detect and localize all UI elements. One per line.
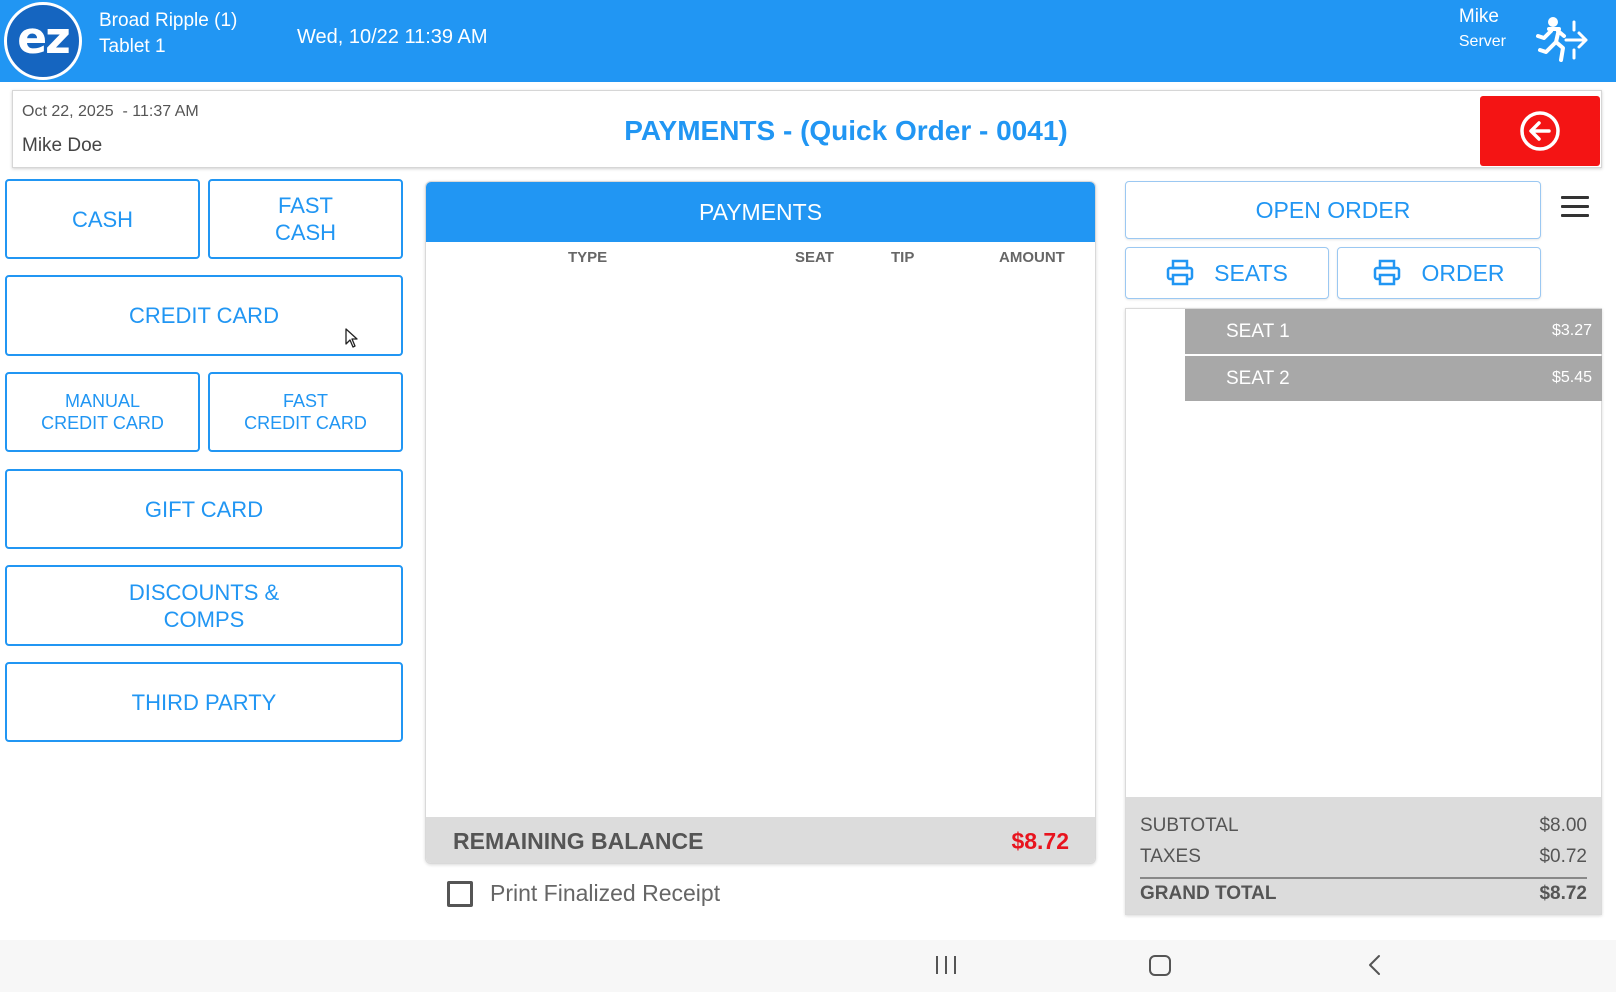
taxes-value: $0.72	[1539, 846, 1587, 867]
location-info: Broad Ripple (1) Tablet 1	[99, 8, 237, 60]
logo-text: ez	[17, 12, 70, 64]
seat-row[interactable]: SEAT 2 $5.45	[1185, 356, 1602, 401]
discounts-comps-button[interactable]: DISCOUNTS & COMPS	[5, 565, 403, 646]
home-icon[interactable]	[1148, 952, 1172, 978]
print-seats-label: SEATS	[1214, 259, 1288, 286]
column-type: TYPE	[568, 249, 608, 266]
manual-credit-card-label: MANUAL CREDIT CARD	[41, 391, 164, 433]
order-header: Oct 22, 2025 - 11:37 AM Mike Doe PAYMENT…	[12, 90, 1602, 168]
print-order-label: ORDER	[1421, 259, 1505, 286]
open-order-label: OPEN ORDER	[1255, 196, 1411, 223]
device-name: Tablet 1	[99, 36, 166, 57]
third-party-label: THIRD PARTY	[131, 689, 277, 715]
print-seats-button[interactable]: SEATS	[1125, 247, 1329, 299]
gift-card-label: GIFT CARD	[144, 496, 264, 522]
mouse-cursor-icon	[345, 328, 358, 348]
taxes-row: TAXES $0.72	[1140, 846, 1587, 877]
recent-apps-icon[interactable]	[934, 952, 958, 978]
payments-title: PAYMENTS	[426, 182, 1095, 242]
location-name: Broad Ripple (1)	[99, 10, 238, 31]
seat-name: SEAT 2	[1226, 368, 1290, 389]
payments-panel: PAYMENTS TYPE SEAT TIP AMOUNT REMAINING …	[425, 181, 1096, 864]
seat-amount: $5.45	[1551, 369, 1592, 386]
subtotal-label: SUBTOTAL	[1140, 815, 1239, 836]
subtotal-value: $8.00	[1539, 815, 1587, 836]
open-order-button[interactable]: OPEN ORDER	[1125, 181, 1541, 239]
fast-credit-card-button[interactable]: FAST CREDIT CARD	[208, 372, 403, 452]
exit-running-man-icon	[1536, 17, 1588, 62]
discounts-comps-label: DISCOUNTS & COMPS	[128, 579, 280, 632]
seat-amount: $3.27	[1551, 322, 1592, 339]
printer-icon	[1374, 259, 1401, 286]
fast-cash-label: FAST CASH	[274, 193, 337, 245]
remaining-balance-bar: REMAINING BALANCE $8.72	[426, 817, 1095, 863]
column-seat: SEAT	[795, 249, 834, 266]
grand-total-value: $8.72	[1539, 883, 1587, 904]
printer-icon	[1166, 259, 1194, 286]
subtotal-row: SUBTOTAL $8.00	[1140, 815, 1587, 846]
grand-total-row: GRAND TOTAL $8.72	[1140, 877, 1587, 910]
seat-name: SEAT 1	[1226, 321, 1290, 342]
remaining-balance-label: REMAINING BALANCE	[453, 828, 704, 854]
back-button[interactable]	[1480, 96, 1600, 166]
column-amount: AMOUNT	[999, 249, 1065, 266]
column-tip: TIP	[891, 249, 915, 266]
fast-cash-button[interactable]: FAST CASH	[208, 179, 403, 259]
grand-total-label: GRAND TOTAL	[1140, 883, 1277, 904]
seat-row[interactable]: SEAT 1 $3.27	[1185, 309, 1602, 354]
user-role: Server	[1458, 33, 1506, 50]
fast-credit-card-label: FAST CREDIT CARD	[244, 391, 367, 433]
user-info: Mike Server	[1459, 4, 1506, 54]
order-totals: SUBTOTAL $8.00 TAXES $0.72 GRAND TOTAL $…	[1126, 797, 1601, 914]
current-datetime: Wed, 10/22 11:39 AM	[297, 26, 488, 48]
ez-logo: ez	[4, 2, 82, 80]
print-order-button[interactable]: ORDER	[1337, 247, 1541, 299]
page-title: PAYMENTS - (Quick Order - 0041)	[624, 115, 1068, 146]
back-nav-icon[interactable]	[1364, 952, 1388, 978]
credit-card-label: CREDIT CARD	[129, 303, 279, 328]
hamburger-menu-icon[interactable]	[1561, 196, 1589, 222]
credit-card-button[interactable]: CREDIT CARD	[5, 275, 403, 356]
print-receipt-label: Print Finalized Receipt	[490, 880, 721, 906]
third-party-button[interactable]: THIRD PARTY	[5, 662, 403, 742]
print-receipt-option[interactable]: Print Finalized Receipt	[447, 880, 720, 907]
remaining-balance-amount: $8.72	[1011, 828, 1069, 854]
cash-label: CASH	[71, 206, 134, 232]
top-bar: ez Broad Ripple (1) Tablet 1 Wed, 10/22 …	[0, 0, 1616, 82]
system-nav-bar	[0, 940, 1616, 992]
print-receipt-checkbox[interactable]	[447, 880, 473, 907]
logout-button[interactable]	[1534, 14, 1590, 66]
manual-credit-card-button[interactable]: MANUAL CREDIT CARD	[5, 372, 200, 452]
circle-arrow-left-icon	[1520, 111, 1560, 151]
taxes-label: TAXES	[1140, 846, 1201, 867]
user-name: Mike	[1458, 6, 1499, 27]
gift-card-button[interactable]: GIFT CARD	[5, 469, 403, 549]
pos-payments-screen: ez Broad Ripple (1) Tablet 1 Wed, 10/22 …	[0, 0, 1616, 992]
seat-list-panel: SEAT 1 $3.27 SEAT 2 $5.45 SUBTOTAL $8.00…	[1125, 308, 1602, 915]
cash-button[interactable]: CASH	[5, 179, 200, 259]
